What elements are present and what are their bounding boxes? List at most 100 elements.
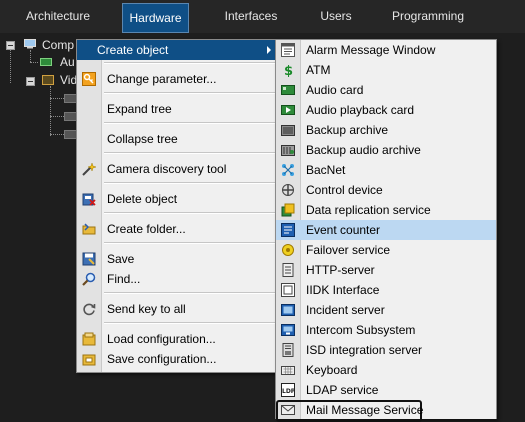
collapse-root-toggle[interactable] [6, 41, 15, 50]
tree-line [50, 116, 64, 117]
intercom-icon [281, 324, 295, 336]
submenu-item-isd-integration-server[interactable]: ISD integration server [276, 340, 496, 360]
tree-item-video[interactable]: Vid [60, 73, 77, 87]
audio-playback-icon [281, 105, 295, 115]
submenu-item-label: Event counter [306, 223, 381, 237]
submenu-item-label: Data replication service [306, 203, 431, 217]
menu-item-label: Expand tree [107, 102, 172, 116]
iidk-icon [281, 283, 295, 297]
tab-programming[interactable]: Programming [386, 0, 470, 33]
create-object-submenu: Alarm Message Window $ ATM Audio card Au… [275, 39, 497, 422]
submenu-item-label: HTTP-server [306, 263, 375, 277]
tab-architecture[interactable]: Architecture [10, 0, 106, 33]
menu-item-create-object[interactable]: Create object [77, 40, 277, 60]
audio-card-icon [40, 58, 52, 66]
submenu-item-data-replication-service[interactable]: Data replication service [276, 200, 496, 220]
submenu-item-label: Alarm Message Window [306, 43, 436, 57]
menu-item-expand-tree[interactable]: Expand tree [77, 99, 277, 119]
submenu-item-label: LDAP service [306, 383, 379, 397]
submenu-item-label: Backup audio archive [306, 143, 421, 157]
menu-item-change-parameter[interactable]: Change parameter... [77, 69, 277, 89]
tree-line [50, 134, 64, 135]
submenu-item-label: Audio playback card [306, 103, 415, 117]
menu-separator [104, 62, 275, 64]
save-icon [82, 252, 96, 266]
menu-separator [104, 182, 275, 184]
menu-item-label: Collapse tree [107, 132, 178, 146]
menu-item-label: Delete object [107, 192, 178, 206]
submenu-item-label: Incident server [306, 303, 385, 317]
submenu-arrow-icon [267, 46, 271, 54]
control-device-icon [282, 184, 294, 196]
submenu-item-label: ATM [306, 63, 331, 77]
submenu-item-backup-audio-archive[interactable]: Backup audio archive [276, 140, 496, 160]
isd-icon [282, 343, 294, 357]
menu-item-label: Create folder... [107, 222, 186, 236]
tab-hardware[interactable]: Hardware [122, 3, 189, 33]
computer-icon [24, 39, 36, 49]
submenu-item-label: BacNet [306, 163, 346, 177]
menu-item-collapse-tree[interactable]: Collapse tree [77, 129, 277, 149]
submenu-item-intercom-subsystem[interactable]: Intercom Subsystem [276, 320, 496, 340]
menu-separator [104, 122, 275, 124]
menu-item-label: Create object [97, 43, 169, 57]
menu-item-delete-object[interactable]: Delete object [77, 189, 277, 209]
bacnet-icon [282, 164, 294, 176]
backup-archive-icon [281, 125, 295, 136]
ldap-icon: LDP [281, 383, 295, 397]
submenu-item-alarm-message-window[interactable]: Alarm Message Window [276, 40, 496, 60]
dollar-icon: $ [284, 64, 293, 77]
menu-item-label: Find... [107, 272, 141, 286]
menu-item-label: Load configuration... [107, 332, 216, 346]
folder-arrow-icon [82, 223, 96, 235]
menu-separator [104, 152, 275, 154]
menu-separator [104, 92, 275, 94]
submenu-item-bacnet[interactable]: BacNet [276, 160, 496, 180]
menu-item-save[interactable]: Save [77, 249, 277, 269]
menu-item-label: Change parameter... [107, 72, 217, 86]
submenu-item-control-device[interactable]: Control device [276, 180, 496, 200]
submenu-item-audio-playback-card[interactable]: Audio playback card [276, 100, 496, 120]
menu-item-label: Camera discovery tool [107, 162, 227, 176]
alarm-window-icon [281, 43, 295, 57]
main-tab-bar: Architecture Hardware Interfaces Users P… [0, 0, 525, 33]
submenu-item-audio-card[interactable]: Audio card [276, 80, 496, 100]
submenu-item-label: Backup archive [306, 123, 389, 137]
submenu-item-http-server[interactable]: HTTP-server [276, 260, 496, 280]
tree-item-audio[interactable]: Au [60, 55, 75, 69]
mail-icon [281, 405, 295, 415]
submenu-item-iidk-interface[interactable]: IIDK Interface [276, 280, 496, 300]
collapse-video-toggle[interactable] [26, 77, 35, 86]
refresh-icon [83, 303, 96, 316]
tab-users[interactable]: Users [308, 0, 364, 33]
menu-separator [104, 242, 275, 244]
submenu-item-mail-message-service[interactable]: Mail Message Service [276, 400, 496, 420]
tab-interfaces[interactable]: Interfaces [216, 0, 286, 33]
submenu-item-label: IIDK Interface [306, 283, 380, 297]
menu-item-send-key-to-all[interactable]: Send key to all [77, 299, 277, 319]
submenu-item-label: Keyboard [306, 363, 358, 377]
submenu-item-ldap-service[interactable]: LDP LDAP service [276, 380, 496, 400]
audio-card-icon [281, 85, 295, 95]
submenu-item-event-counter[interactable]: Event counter [276, 220, 496, 422]
tree-line [10, 50, 11, 83]
tree-line [50, 86, 51, 136]
video-card-icon [42, 75, 54, 85]
submenu-item-failover-service[interactable]: Failover service [276, 240, 496, 260]
submenu-item-label: ISD integration server [306, 343, 423, 357]
submenu-item-backup-archive[interactable]: Backup archive [276, 120, 496, 140]
menu-item-label: Save [107, 252, 135, 266]
submenu-item-keyboard[interactable]: Keyboard [276, 360, 496, 380]
menu-item-find[interactable]: Find... [77, 269, 277, 289]
menu-item-save-configuration[interactable]: Save configuration... [77, 349, 277, 369]
submenu-item-label: Failover service [306, 243, 391, 257]
tree-item-computer[interactable]: Comp [42, 38, 74, 52]
key-icon [82, 72, 96, 86]
menu-item-create-folder[interactable]: Create folder... [77, 219, 277, 239]
submenu-item-incident-server[interactable]: Incident server [276, 300, 496, 320]
submenu-item-label: Audio card [306, 83, 364, 97]
menu-item-load-configuration[interactable]: Load configuration... [77, 329, 277, 349]
submenu-item-atm[interactable]: $ ATM [276, 60, 496, 80]
svg-text:$: $ [284, 64, 293, 77]
menu-item-camera-discovery[interactable]: Camera discovery tool [77, 159, 277, 179]
